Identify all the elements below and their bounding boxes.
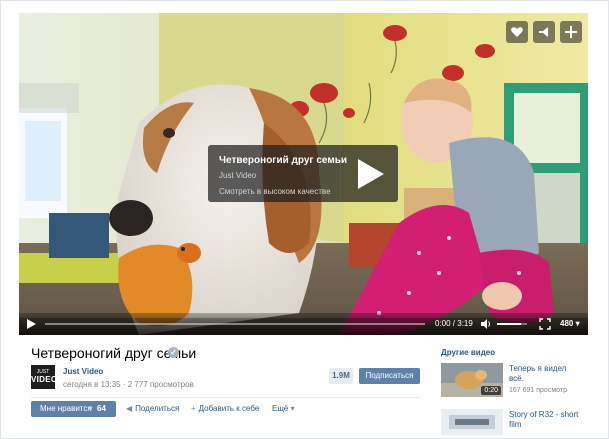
quality-label: 480 (560, 319, 574, 328)
video-player[interactable]: Четвероногий друг семьи Just Video Смотр… (19, 13, 588, 335)
chevron-down-icon: ▾ (575, 319, 580, 328)
plus-icon (565, 26, 577, 38)
play-icon[interactable] (25, 318, 37, 330)
volume-icon[interactable] (480, 318, 492, 330)
subscribe-button[interactable]: Подписаться (359, 368, 420, 384)
megaphone-icon: ◀ (126, 404, 133, 413)
thumbnail-image (441, 409, 503, 435)
volume-level (497, 323, 521, 325)
volume-slider[interactable] (497, 323, 527, 325)
related-video-title[interactable]: Story of R32 - short film (509, 410, 579, 430)
logo-line2: VIDEO (31, 375, 58, 384)
add-label: Добавить к себе (198, 404, 260, 413)
share-button[interactable]: ◀ Поделиться (126, 404, 179, 413)
big-play-button[interactable] (340, 145, 398, 202)
share-label: Поделиться (135, 404, 180, 413)
like-label: Мне нравится (40, 404, 92, 413)
overlay-title: Четвероногий друг семьи (219, 155, 348, 166)
more-button[interactable]: Ещё ▾ (272, 404, 298, 413)
share-video-button[interactable] (533, 21, 555, 43)
other-videos-heading[interactable]: Другие видео (441, 348, 495, 357)
overlay-author[interactable]: Just Video (219, 171, 256, 180)
like-video-button[interactable] (506, 21, 528, 43)
video-thumbnail[interactable]: 0:20 (441, 363, 503, 397)
add-video-button[interactable] (560, 21, 582, 43)
chevron-down-icon: ▾ (290, 404, 295, 413)
channel-avatar[interactable]: JUST VIDEO (31, 365, 58, 389)
video-thumbnail[interactable] (441, 409, 503, 435)
heart-icon: ♥ (88, 404, 93, 413)
divider (31, 397, 420, 398)
like-count: 64 (97, 404, 106, 413)
heart-icon (511, 27, 523, 37)
play-icon (358, 159, 384, 189)
related-video-views: 167 691 просмотр (509, 387, 567, 394)
fullscreen-icon[interactable] (539, 318, 551, 330)
progress-bar[interactable] (45, 323, 425, 325)
add-to-mine-button[interactable]: + Добавить к себе (191, 404, 259, 413)
like-button[interactable]: Мне нравится ♥ 64 (31, 401, 116, 417)
channel-name-link[interactable]: Just Video (63, 367, 103, 376)
time-display: 0:00 / 3:19 (435, 319, 473, 328)
subscriber-count: 1.9M (329, 368, 353, 384)
duration-badge: 0:20 (481, 386, 501, 395)
more-label: Ещё (272, 404, 289, 413)
verified-icon: ✓ (168, 347, 179, 358)
video-info-overlay: Четвероногий друг семьи Just Video Смотр… (208, 145, 398, 202)
player-controls: 0:00 / 3:19 480 ▾ (19, 313, 588, 335)
plus-icon: + (191, 404, 196, 413)
related-video-title[interactable]: Теперь я видел всё. (509, 364, 579, 384)
video-meta: сегодня в 13:35 · 2 777 просмотров (63, 380, 194, 389)
watch-hq-link[interactable]: Смотреть в высоком качестве (219, 187, 331, 196)
share-icon (539, 27, 548, 37)
quality-selector[interactable]: 480 ▾ (560, 319, 580, 328)
